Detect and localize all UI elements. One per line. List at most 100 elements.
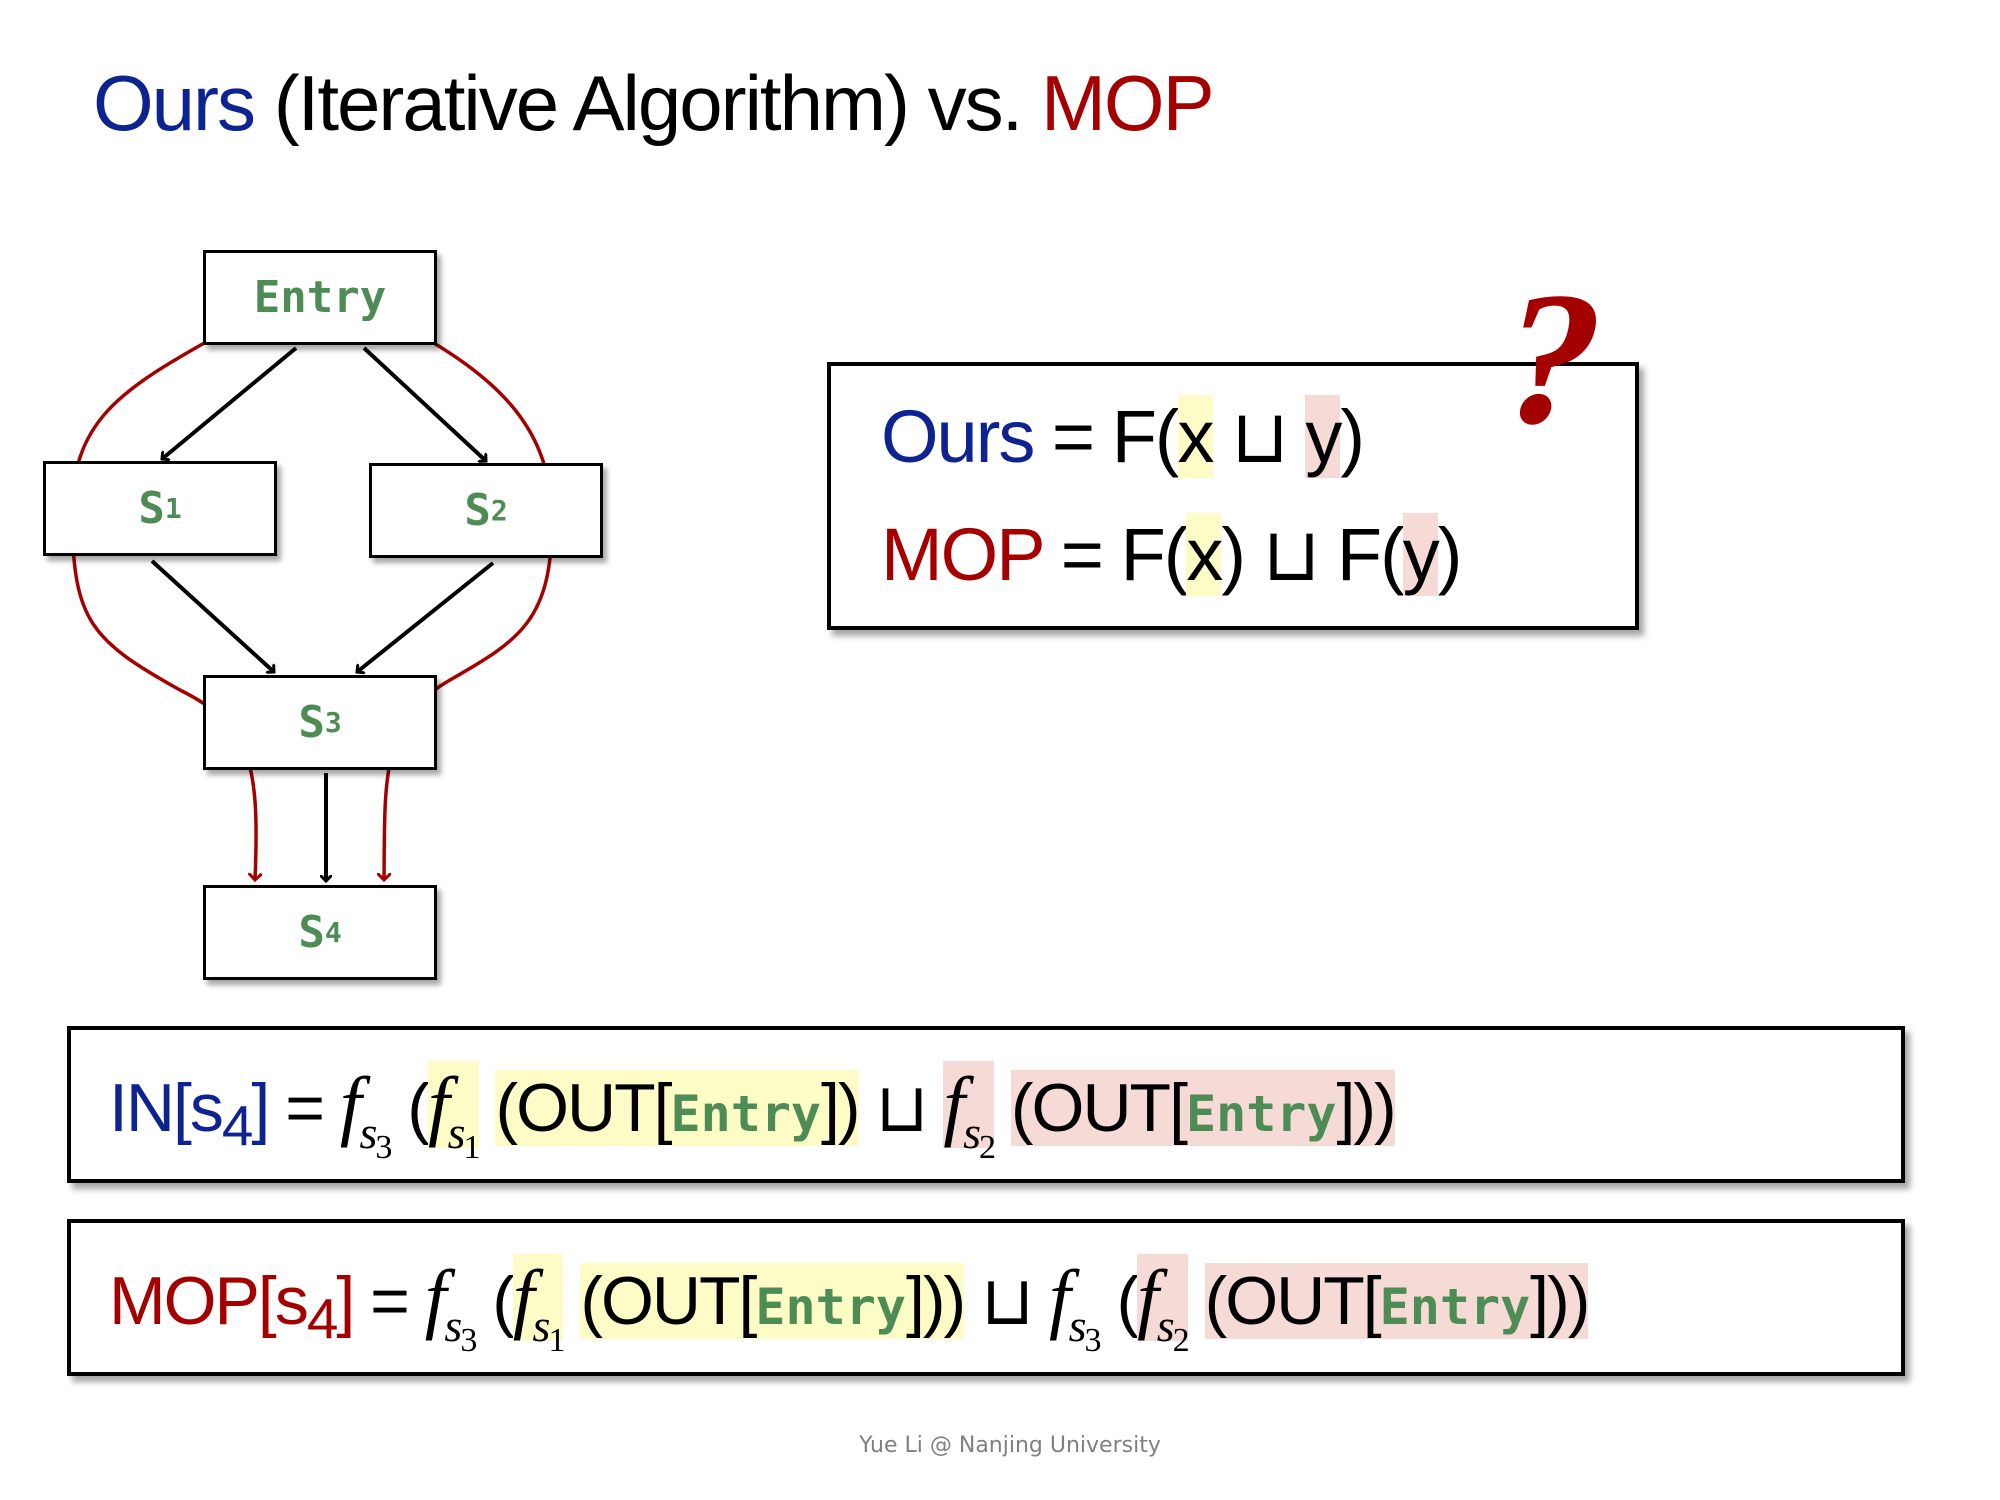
entry-label: Entry [1379,1278,1531,1336]
node-label: S [464,485,491,536]
f-s2: fs2 [1137,1254,1190,1359]
open-paren: ( [475,1263,515,1339]
close-paren: ) [1340,395,1365,478]
sub: 3 [375,1128,392,1166]
y-var: y [1305,395,1342,478]
x-var: x [1177,395,1215,478]
sub: 1 [463,1128,481,1166]
f-s3: fs3 [424,1254,478,1359]
edge-entry-s1 [162,346,298,459]
sub: 3 [460,1321,477,1359]
in-formula: IN[s4] = fs3 (fs1 (OUT[Entry]) ⊔ fs2 (OU… [109,1060,1397,1167]
close-paren: ) [1437,513,1463,596]
node-label: S [298,697,325,748]
s: s [963,1106,981,1158]
f-s3-second: fs3 [1048,1254,1102,1359]
mop-lhs: MOP[s4] [109,1263,355,1352]
eq-text: = F( [1042,513,1189,596]
mop-equation: MOP = F(x) ⊔ F(y) [881,512,1463,598]
edge-s2-s3 [357,561,495,672]
sub: 2 [979,1128,996,1166]
join-op: ⊔ [964,1263,1049,1339]
lhs-name: IN [109,1070,175,1146]
open-paren: ( [1099,1263,1139,1339]
f-s3: fs3 [339,1061,393,1166]
x-var: x [1186,513,1223,596]
node-sub: 1 [164,492,182,525]
cfg-node-s1: S1 [43,461,277,556]
lhs-node: s [189,1070,224,1146]
node-label: S [298,907,325,958]
out-open: (OUT[ [495,1070,672,1146]
in-lhs: IN[s4] [109,1070,270,1159]
node-label: S [138,483,165,534]
node-sub: 2 [490,494,508,527]
lhs-sub: 4 [306,1288,338,1352]
out-entry-1: (OUT[Entry])) [580,1263,966,1339]
mop-formula: MOP[s4] = fs3 (fs1 (OUT[Entry])) ⊔ fs3 (… [109,1253,1590,1360]
out-close: ])) [905,1263,966,1339]
lhs-name: MOP [109,1263,260,1339]
lhs-node: s [274,1263,309,1339]
f: f [1137,1254,1159,1341]
cfg-node-entry: Entry [203,250,437,345]
open-paren: ( [390,1070,430,1146]
mop-mid: ) ⊔ F( [1221,513,1404,596]
cfg-node-s3: S3 [203,675,437,770]
eq-sign: = [353,1263,425,1339]
cfg-node-s2: S2 [369,463,603,558]
f-s1: fs1 [512,1254,565,1359]
out-entry-2: (OUT[Entry])) [1204,1263,1590,1339]
mop-label: MOP [881,513,1044,596]
lhs-sub: 4 [221,1095,253,1159]
lhs-open: [ [257,1263,277,1339]
edge-s1-s3 [150,559,274,672]
node-sub: 3 [324,706,342,739]
join-op: ⊔ [858,1070,944,1146]
lhs-close: ] [336,1263,355,1339]
title-mop: MOP [1040,59,1215,147]
path-entry-s2-s4 [384,330,554,880]
out-entry-1: (OUT[Entry]) [495,1070,861,1146]
f: f [1048,1254,1071,1341]
sub: 3 [1084,1321,1102,1359]
entry-label: Entry [670,1085,822,1143]
cfg-node-s4: S4 [203,885,437,980]
lhs-open: [ [173,1070,192,1146]
join-op: ⊔ [1212,395,1306,478]
mop-formula-box: MOP[s4] = fs3 (fs1 (OUT[Entry])) ⊔ fs3 (… [67,1219,1905,1376]
node-label: Entry [253,272,387,323]
s: s [1156,1299,1175,1351]
ours-label: Ours [881,395,1035,478]
f-s1: fs1 [427,1061,481,1166]
eq-sign: = [268,1070,340,1146]
eq-text: = F( [1033,395,1180,478]
f: f [427,1061,450,1148]
sub: 1 [548,1321,565,1359]
path-entry-s1-s4 [70,331,256,880]
out-close: ])) [1336,1070,1397,1146]
f-s2: fs2 [943,1061,996,1166]
out-entry-2: (OUT[Entry])) [1010,1070,1397,1146]
footer-credit: Yue Li @ Nanjing University [859,1433,1161,1458]
entry-label: Entry [755,1278,906,1336]
f: f [512,1254,535,1341]
out-close: ])) [1530,1263,1590,1339]
s: s [444,1299,462,1351]
ours-equation: Ours = F(x ⊔ y) [881,394,1365,480]
s: s [359,1106,378,1158]
out-open: (OUT[ [1204,1263,1382,1339]
out-open: (OUT[ [1010,1070,1188,1146]
f: f [943,1061,965,1148]
sub: 2 [1172,1321,1190,1359]
s: s [447,1106,466,1158]
s: s [532,1299,551,1351]
out-close: ]) [821,1070,861,1146]
out-open: (OUT[ [580,1263,757,1339]
f: f [339,1061,362,1148]
entry-label: Entry [1185,1085,1337,1143]
y-var: y [1402,513,1440,596]
node-sub: 4 [324,916,342,949]
f: f [424,1254,447,1341]
s: s [1068,1299,1087,1351]
